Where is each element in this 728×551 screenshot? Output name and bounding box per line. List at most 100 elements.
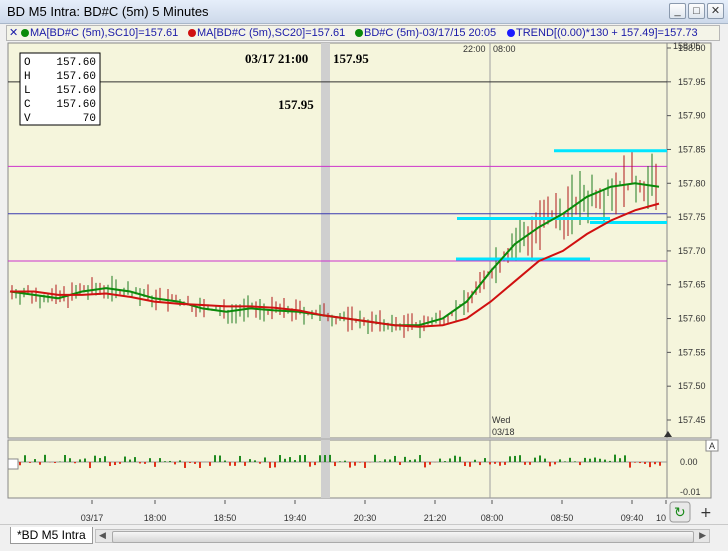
osc-bar — [29, 462, 31, 463]
add-icon[interactable]: + — [700, 505, 712, 521]
autoscale-icon: A — [709, 441, 715, 451]
osc-bar — [139, 462, 141, 463]
osc-bar — [354, 462, 356, 466]
tab-label: *BD M5 Intra — [17, 528, 86, 542]
session-day: Wed — [492, 415, 510, 425]
osc-bar — [264, 457, 266, 462]
tab-bd-m5-intra[interactable]: *BD M5 Intra — [10, 527, 93, 544]
x-tick-label: 20:30 — [354, 513, 377, 523]
osc-bar — [409, 460, 411, 462]
osc-bar — [234, 462, 236, 466]
y-tick-label: 157.60 — [678, 314, 706, 324]
cursor-band — [321, 43, 330, 438]
osc-bar — [389, 460, 391, 462]
osc-bar — [239, 456, 241, 462]
osc-bar — [184, 462, 186, 468]
osc-bar — [114, 462, 116, 465]
osc-bar — [614, 455, 616, 462]
osc-bar — [89, 462, 91, 468]
price-chart[interactable]: 158.00157.95157.90157.85157.80157.75157.… — [0, 0, 728, 524]
osc-bar — [639, 462, 641, 463]
osc-bar — [229, 462, 231, 466]
osc-bar — [144, 462, 146, 464]
osc-bar — [324, 455, 326, 462]
osc-bar — [599, 459, 601, 462]
osc-bar — [249, 459, 251, 462]
osc-bar — [359, 462, 361, 463]
y-ceiling-label: 158.05 — [673, 41, 701, 51]
osc-bar — [634, 462, 636, 463]
ohlcv-label-c: C — [24, 99, 31, 111]
osc-bar — [554, 462, 556, 464]
osc-bar — [439, 459, 441, 462]
osc-bar — [44, 455, 46, 462]
ohlcv-label-o: O — [24, 57, 31, 69]
osc-bar — [134, 457, 136, 462]
osc-bar — [454, 456, 456, 462]
ohlcv-label-l: L — [24, 85, 31, 97]
x-tick-label: 18:50 — [214, 513, 237, 523]
osc-bar — [489, 462, 491, 464]
osc-bar — [559, 459, 561, 462]
osc-bar — [609, 461, 611, 462]
osc-bar — [459, 457, 461, 462]
x-tick-label: 09:40 — [621, 513, 644, 523]
x-tick-label: 08:00 — [481, 513, 504, 523]
x-tick-label: 21:20 — [424, 513, 447, 523]
osc-bar — [584, 458, 586, 462]
osc-bar — [99, 458, 101, 462]
osc-bar — [299, 455, 301, 462]
osc-bar — [624, 455, 626, 462]
y-tick-label: 157.90 — [678, 111, 706, 121]
y-tick-label: 157.55 — [678, 347, 706, 357]
osc-bar — [219, 456, 221, 462]
ohlcv-value-v: 70 — [83, 113, 96, 125]
osc-bar — [524, 462, 526, 465]
osc-bar — [69, 458, 71, 462]
osc-bar — [314, 462, 316, 465]
y-tick-label: 157.50 — [678, 381, 706, 391]
osc-bar — [224, 461, 226, 462]
osc-bar — [129, 460, 131, 462]
osc-bar — [404, 457, 406, 462]
horizontal-scrollbar[interactable]: ◀ ▶ — [95, 529, 710, 543]
session-label-22: 22:00 — [463, 44, 486, 54]
osc-bar — [124, 457, 126, 462]
osc-bar — [619, 458, 621, 462]
osc-bar — [339, 461, 341, 462]
osc-bar — [344, 461, 346, 462]
scroll-right-icon[interactable]: ▶ — [699, 530, 706, 541]
osc-bar — [174, 462, 176, 464]
osc-tick-label: 0.00 — [680, 457, 698, 467]
tab-bar: *BD M5 Intra ◀ ▶ — [0, 524, 728, 551]
osc-bar — [499, 462, 501, 466]
osc-bar — [504, 462, 506, 465]
osc-bar — [109, 462, 111, 466]
x-tick-label: 19:40 — [284, 513, 307, 523]
osc-bar — [379, 461, 381, 462]
cursor-price: 157.95 — [333, 51, 369, 66]
scrollbar-thumb[interactable] — [112, 531, 694, 543]
osc-bar — [549, 462, 551, 466]
osc-bar — [119, 462, 121, 464]
price-axis-panel — [667, 43, 711, 438]
ohlcv-label-v: V — [24, 113, 31, 125]
osc-bar — [329, 455, 331, 462]
osc-bar — [424, 462, 426, 467]
scroll-left-icon[interactable]: ◀ — [99, 530, 106, 541]
osc-bar — [304, 455, 306, 462]
osc-bar — [479, 462, 481, 465]
osc-bar — [589, 459, 591, 462]
osc-bar — [399, 462, 401, 465]
osc-bar — [154, 462, 156, 467]
osc-bar — [429, 462, 431, 465]
osc-bar — [349, 462, 351, 468]
osc-bar — [149, 458, 151, 462]
session-date: 03/18 — [492, 427, 515, 437]
osc-bar — [254, 460, 256, 462]
panel-collapse-button[interactable] — [8, 459, 18, 469]
osc-bar — [104, 456, 106, 462]
osc-bar — [394, 456, 396, 462]
osc-bar — [644, 462, 646, 464]
osc-bar — [414, 459, 416, 462]
